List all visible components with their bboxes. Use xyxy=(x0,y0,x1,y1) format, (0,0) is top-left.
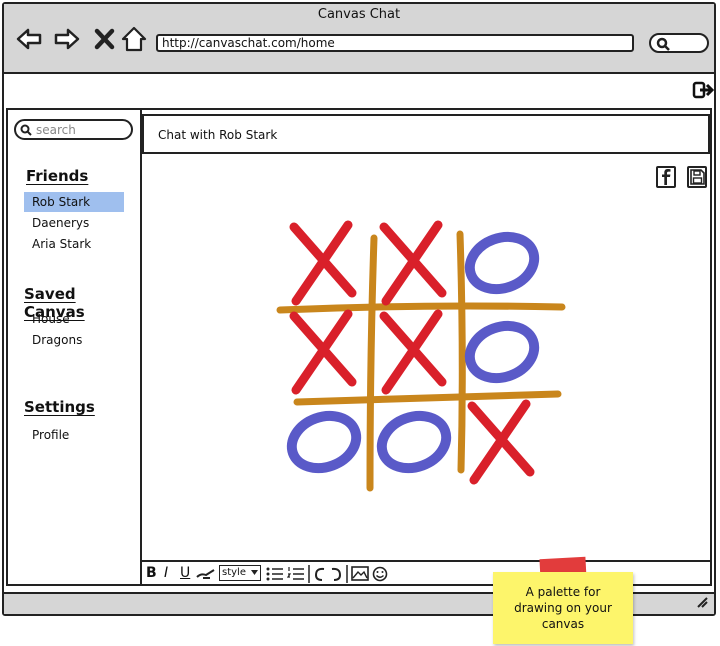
x-mark xyxy=(289,220,357,306)
redo-icon[interactable] xyxy=(329,566,343,582)
close-icon[interactable] xyxy=(92,26,118,52)
friend-item-aria-stark[interactable]: Aria Stark xyxy=(24,234,124,254)
tic-tac-toe-drawing xyxy=(276,220,566,492)
toolbar-separator xyxy=(346,565,348,583)
friend-item-rob-stark[interactable]: Rob Stark xyxy=(24,192,124,212)
saved-item-house[interactable]: House xyxy=(24,309,124,329)
drawing-canvas[interactable] xyxy=(142,156,710,560)
search-icon xyxy=(656,37,670,51)
numbered-list-icon[interactable] xyxy=(287,566,305,582)
browser-search-field[interactable] xyxy=(649,33,709,53)
settings-title: Settings xyxy=(24,398,95,416)
x-mark xyxy=(289,309,357,395)
x-mark xyxy=(467,399,535,485)
image-icon[interactable] xyxy=(351,566,369,581)
o-mark xyxy=(464,320,540,384)
browser-window: Canvas Chat http://canvaschat.com/home s… xyxy=(2,2,716,616)
forward-arrow-icon[interactable] xyxy=(54,26,80,52)
chevron-down-icon xyxy=(251,570,258,575)
facebook-icon xyxy=(662,169,671,185)
bold-button[interactable]: B xyxy=(146,565,157,581)
chat-header: Chat with Rob Stark xyxy=(142,114,710,154)
style-dropdown[interactable]: style xyxy=(219,565,261,581)
facebook-share-button[interactable] xyxy=(656,166,676,188)
app-panel: search Friends Rob Stark Daenerys Aria S… xyxy=(6,108,712,586)
friends-title: Friends xyxy=(26,167,89,185)
o-mark xyxy=(464,231,540,295)
save-canvas-button[interactable] xyxy=(687,166,707,188)
bulleted-list-icon[interactable] xyxy=(266,566,284,582)
italic-button[interactable]: I xyxy=(164,565,168,581)
brush-icon[interactable] xyxy=(196,568,216,580)
note-text: A palette for drawing on your canvas xyxy=(514,585,612,631)
underline-button[interactable]: U xyxy=(180,565,190,581)
search-placeholder: search xyxy=(36,123,76,137)
search-icon xyxy=(20,124,32,136)
emoji-icon[interactable] xyxy=(372,566,388,582)
save-icon xyxy=(690,169,705,185)
sidebar-search-input[interactable]: search xyxy=(14,119,133,140)
x-mark xyxy=(379,220,447,306)
o-mark xyxy=(286,410,362,474)
settings-item-profile[interactable]: Profile xyxy=(24,425,124,445)
saved-item-dragons[interactable]: Dragons xyxy=(24,330,124,350)
resize-handle-icon[interactable] xyxy=(696,596,708,608)
back-arrow-icon[interactable] xyxy=(16,26,42,52)
x-mark xyxy=(379,309,447,395)
friend-item-daenerys[interactable]: Daenerys xyxy=(24,213,124,233)
browser-chrome: Canvas Chat http://canvaschat.com/home xyxy=(4,4,714,74)
window-title: Canvas Chat xyxy=(317,7,401,22)
home-icon[interactable] xyxy=(121,26,147,52)
logout-icon[interactable] xyxy=(692,80,714,100)
address-bar[interactable]: http://canvaschat.com/home xyxy=(156,34,634,52)
sticky-note: A palette for drawing on your canvas xyxy=(493,572,633,644)
undo-icon[interactable] xyxy=(313,566,327,582)
toolbar-separator xyxy=(308,565,310,583)
o-mark xyxy=(376,410,452,474)
style-label: style xyxy=(222,567,246,578)
sidebar: search Friends Rob Stark Daenerys Aria S… xyxy=(8,110,142,584)
chat-title: Chat with Rob Stark xyxy=(158,128,278,142)
